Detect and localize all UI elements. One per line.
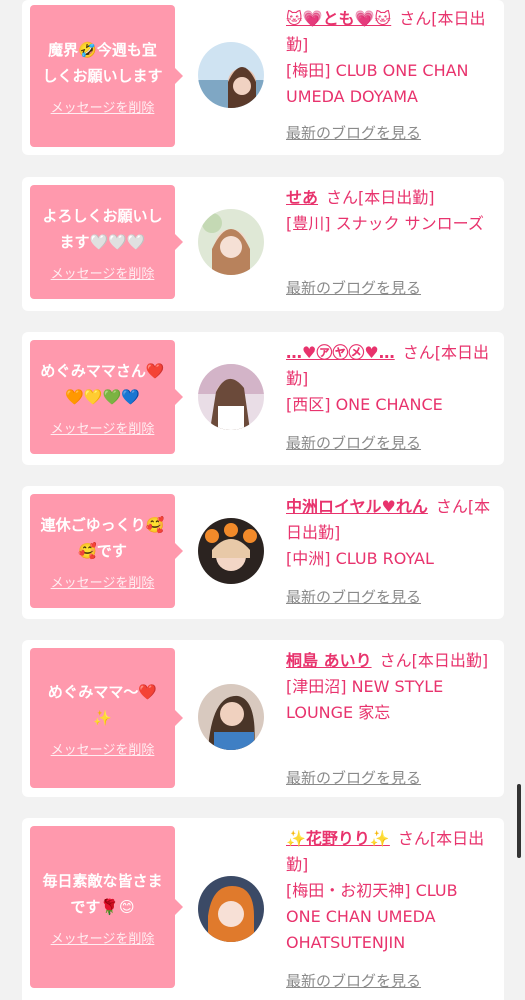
- delete-message-link[interactable]: メッセージを削除: [51, 263, 155, 282]
- cast-name-link[interactable]: 中洲ロイヤル♥れん: [286, 497, 428, 516]
- message-bubble: 連休ごゆっくり🥰🥰です メッセージを削除: [30, 494, 183, 608]
- message-bubble: めぐみママさん❤️🧡💛💚💙 メッセージを削除: [30, 340, 183, 454]
- blog-link[interactable]: 最新のブログを見る: [286, 432, 421, 453]
- name-line: ✨花野りり✨ さん[本日出勤]: [286, 826, 496, 878]
- message-text: 毎日素敵な皆さまです🌹😊: [42, 871, 163, 916]
- avatar[interactable]: [198, 209, 264, 275]
- shop-name: [西区] ONE CHANCE: [286, 395, 443, 414]
- message-bubble: 魔界🤣今週も宜しくお願いします メッセージを削除: [30, 5, 183, 147]
- message-text: めぐみママさん❤️🧡💛💚💙: [40, 361, 165, 406]
- avatar[interactable]: [198, 518, 264, 584]
- delete-message-link[interactable]: メッセージを削除: [51, 572, 155, 591]
- message-bubble: めぐみママ〜❤️✨ メッセージを削除: [30, 648, 183, 788]
- name-line: せあ さん[本日出勤]: [286, 185, 496, 211]
- message-text: よろしくお願いします🤍🤍🤍: [42, 206, 163, 251]
- cast-info: ✨花野りり✨ さん[本日出勤] [梅田・お初天神] CLUB ONE CHAN U…: [286, 826, 496, 956]
- delete-message-link[interactable]: メッセージを削除: [51, 418, 155, 437]
- cast-name-link[interactable]: 🐱💗とも💗🐱: [286, 9, 391, 28]
- avatar[interactable]: [198, 42, 264, 108]
- shop-name: [梅田・お初天神] CLUB ONE CHAN UMEDA OHATSUTENJ…: [286, 881, 458, 952]
- delete-message-link[interactable]: メッセージを削除: [51, 739, 155, 758]
- list-item: 魔界🤣今週も宜しくお願いします メッセージを削除 🐱💗とも💗🐱 さん[本日出勤] …: [22, 0, 504, 155]
- cast-name-link[interactable]: …♥㋐㋳㋱♥…: [286, 343, 395, 362]
- cast-info: 中洲ロイヤル♥れん さん[本日出勤] [中洲] CLUB ROYAL: [286, 494, 496, 572]
- list-item: 毎日素敵な皆さまです🌹😊 メッセージを削除 ✨花野りり✨ さん[本日出勤] [梅田…: [22, 818, 504, 1000]
- message-bubble: 毎日素敵な皆さまです🌹😊 メッセージを削除: [30, 826, 183, 988]
- name-line: 中洲ロイヤル♥れん さん[本日出勤]: [286, 494, 496, 546]
- shop-name: [豊川] スナック サンローズ: [286, 214, 484, 233]
- list-item: めぐみママ〜❤️✨ メッセージを削除 桐島 あいり さん[本日出勤] [津田沼] …: [22, 640, 504, 797]
- blog-link[interactable]: 最新のブログを見る: [286, 277, 421, 298]
- list-item: めぐみママさん❤️🧡💛💚💙 メッセージを削除 …♥㋐㋳㋱♥… さん[本日出勤] […: [22, 332, 504, 465]
- cast-info: せあ さん[本日出勤] [豊川] スナック サンローズ: [286, 185, 496, 237]
- delete-message-link[interactable]: メッセージを削除: [51, 97, 155, 116]
- shop-name: [津田沼] NEW STYLE LOUNGE 家忘: [286, 677, 444, 722]
- name-line: 桐島 あいり さん[本日出勤]: [286, 648, 496, 674]
- cast-info: 🐱💗とも💗🐱 さん[本日出勤] [梅田] CLUB ONE CHAN UMEDA …: [286, 6, 496, 110]
- blog-link[interactable]: 最新のブログを見る: [286, 767, 421, 788]
- name-line: …♥㋐㋳㋱♥… さん[本日出勤]: [286, 340, 496, 392]
- list-item: よろしくお願いします🤍🤍🤍 メッセージを削除 せあ さん[本日出勤] [豊川] ス…: [22, 177, 504, 311]
- list-item: 連休ごゆっくり🥰🥰です メッセージを削除 中洲ロイヤル♥れん さん[本日出勤] […: [22, 486, 504, 619]
- avatar[interactable]: [198, 876, 264, 942]
- delete-message-link[interactable]: メッセージを削除: [51, 928, 155, 947]
- shop-name: [梅田] CLUB ONE CHAN UMEDA DOYAMA: [286, 61, 469, 106]
- cast-name-link[interactable]: せあ: [286, 188, 318, 207]
- blog-link[interactable]: 最新のブログを見る: [286, 122, 421, 143]
- cast-name-link[interactable]: ✨花野りり✨: [286, 829, 390, 848]
- message-text: めぐみママ〜❤️✨: [47, 682, 158, 727]
- status-text: さん[本日出勤]: [326, 188, 435, 207]
- cast-name-link[interactable]: 桐島 あいり: [286, 651, 372, 670]
- blog-link[interactable]: 最新のブログを見る: [286, 970, 421, 991]
- cast-info: …♥㋐㋳㋱♥… さん[本日出勤] [西区] ONE CHANCE: [286, 340, 496, 418]
- name-line: 🐱💗とも💗🐱 さん[本日出勤]: [286, 6, 496, 58]
- scrollbar[interactable]: [517, 784, 521, 858]
- blog-link[interactable]: 最新のブログを見る: [286, 586, 421, 607]
- cast-info: 桐島 あいり さん[本日出勤] [津田沼] NEW STYLE LOUNGE 家忘: [286, 648, 496, 726]
- message-text: 連休ごゆっくり🥰🥰です: [40, 515, 165, 560]
- message-bubble: よろしくお願いします🤍🤍🤍 メッセージを削除: [30, 185, 183, 299]
- avatar[interactable]: [198, 364, 264, 430]
- status-text: さん[本日出勤]: [379, 651, 489, 670]
- avatar[interactable]: [198, 684, 264, 750]
- message-text: 魔界🤣今週も宜しくお願いします: [42, 40, 163, 85]
- shop-name: [中洲] CLUB ROYAL: [286, 549, 434, 568]
